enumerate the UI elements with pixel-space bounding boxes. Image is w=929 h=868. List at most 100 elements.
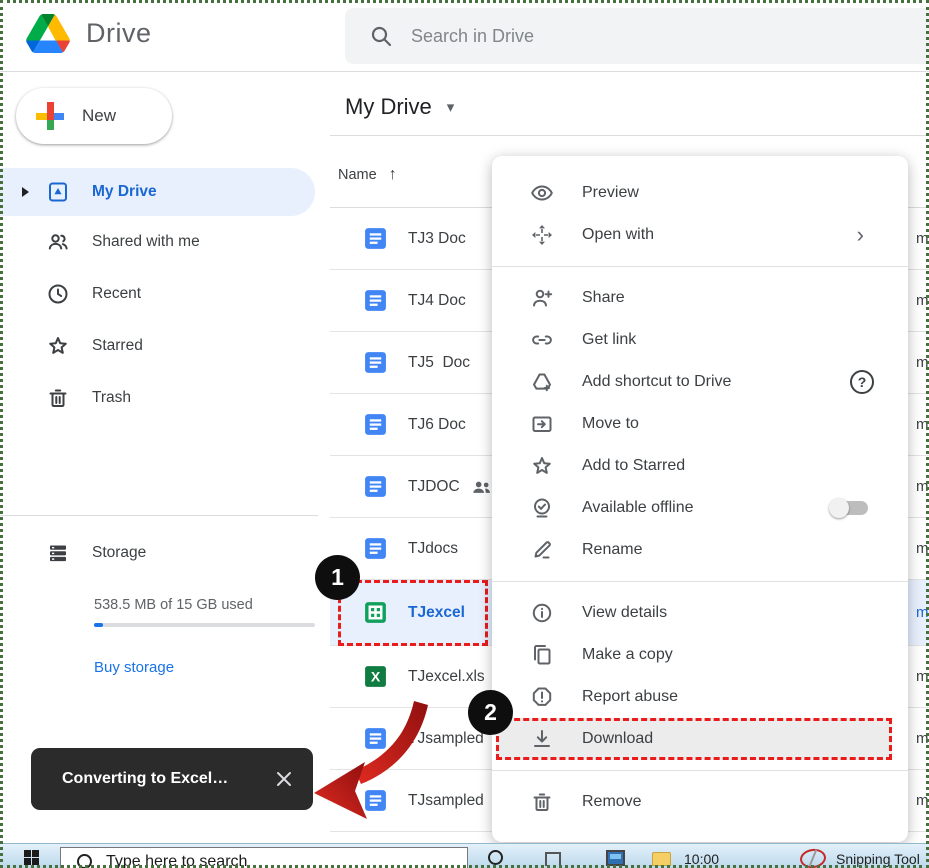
file-name: TJ6 Doc	[408, 416, 466, 434]
menu-item-make-a-copy[interactable]: Make a copy	[492, 634, 908, 676]
owner-label: me	[916, 792, 929, 809]
pencil-icon	[530, 538, 554, 562]
owner-label: me	[916, 230, 929, 247]
page-title: My Drive	[345, 94, 432, 120]
sidebar-divider	[0, 515, 318, 516]
people-icon	[46, 230, 70, 254]
menu-item-preview[interactable]: Preview	[492, 172, 908, 214]
menu-item-move-to[interactable]: Move to	[492, 403, 908, 445]
storage-progress-fill	[94, 623, 103, 627]
storage-progress-bar	[94, 623, 315, 627]
link-icon	[530, 328, 554, 352]
new-button-label: New	[82, 106, 116, 126]
menu-item-download[interactable]: Download	[496, 718, 892, 760]
sidebar-item-storage[interactable]: Storage	[0, 527, 330, 579]
menu-divider	[492, 266, 908, 267]
menu-item-rename[interactable]: Rename	[492, 529, 908, 571]
app-title: Drive	[86, 18, 152, 49]
menu-divider	[492, 770, 908, 771]
owner-label: me	[916, 292, 929, 309]
conversion-toast: Converting to Excel…	[31, 748, 313, 810]
google-doc-icon	[363, 726, 388, 751]
breadcrumb-my-drive[interactable]: My Drive ▾	[345, 94, 454, 120]
sidebar-item-shared-with-me[interactable]: Shared with me	[0, 216, 330, 268]
sidebar-item-label: Starred	[92, 337, 143, 355]
google-doc-icon	[363, 350, 388, 375]
menu-item-remove[interactable]: Remove	[492, 781, 908, 823]
move-to-icon	[530, 412, 554, 436]
google-sheet-icon	[363, 600, 388, 625]
top-bar: Drive	[0, 0, 929, 72]
menu-item-get-link[interactable]: Get link	[492, 319, 908, 361]
task-view-icon[interactable]	[545, 852, 561, 866]
windows-taskbar: Type here to search 10:00 Snipping Tool	[0, 843, 929, 868]
cortana-icon[interactable]	[488, 850, 503, 865]
owner-label: me	[916, 540, 929, 557]
file-name: TJDOC	[408, 478, 460, 496]
file-name: TJ4 Doc	[408, 292, 466, 310]
buy-storage-link[interactable]: Buy storage	[94, 659, 174, 676]
taskbar-search-icon	[77, 854, 92, 868]
app-window-icon[interactable]	[606, 850, 625, 866]
trash-icon	[530, 790, 554, 814]
taskbar-clock: 10:00	[684, 851, 719, 867]
star-icon	[530, 454, 554, 478]
sidebar-nav: My Drive Shared with me Recent Starred	[0, 168, 330, 424]
copy-icon	[530, 643, 554, 667]
dropdown-caret-icon[interactable]: ▾	[447, 98, 455, 116]
taskbar-search-placeholder: Type here to search	[106, 853, 247, 868]
menu-item-add-shortcut[interactable]: Add shortcut to Drive ?	[492, 361, 908, 403]
help-icon[interactable]: ?	[850, 370, 874, 394]
owner-label: me	[916, 604, 929, 621]
offline-toggle[interactable]	[832, 501, 868, 515]
header-divider	[330, 135, 929, 136]
eye-icon	[530, 181, 554, 205]
star-icon	[46, 334, 70, 358]
step-badge-1: 1	[315, 555, 360, 600]
excel-file-icon: X	[363, 664, 388, 689]
sidebar-item-my-drive[interactable]: My Drive	[0, 168, 315, 216]
sort-ascending-icon[interactable]: ↑	[389, 166, 397, 184]
sidebar-item-label: Shared with me	[92, 233, 200, 251]
expand-arrow-icon[interactable]	[22, 187, 29, 197]
sidebar: New My Drive Shared with me Recent	[0, 72, 330, 845]
open-with-icon	[530, 223, 554, 247]
snipping-tool-icon[interactable]	[799, 847, 827, 868]
file-name: TJ3 Doc	[408, 230, 466, 248]
file-name: TJ5 Doc	[408, 354, 470, 372]
menu-item-open-with[interactable]: Open with ›	[492, 214, 908, 256]
owner-label: me	[916, 354, 929, 371]
sidebar-item-label: My Drive	[92, 183, 157, 201]
file-explorer-icon[interactable]	[652, 852, 671, 866]
new-button[interactable]: New	[16, 88, 172, 144]
drive-shortcut-icon	[530, 370, 554, 394]
toggle-knob	[829, 498, 849, 518]
menu-item-add-to-starred[interactable]: Add to Starred	[492, 445, 908, 487]
sidebar-item-label: Storage	[92, 544, 146, 562]
search-input[interactable]	[411, 26, 831, 47]
menu-item-available-offline[interactable]: Available offline	[492, 487, 908, 529]
google-drive-window: Drive New My Drive	[0, 0, 929, 868]
sidebar-item-trash[interactable]: Trash	[0, 372, 330, 424]
search-icon	[369, 24, 393, 48]
sidebar-item-recent[interactable]: Recent	[0, 268, 330, 320]
drive-logo-icon	[26, 14, 70, 53]
drive-search-bar[interactable]	[345, 8, 929, 64]
snipping-tool-label: Snipping Tool	[836, 851, 920, 867]
report-abuse-icon	[530, 685, 554, 709]
file-name: TJexcel	[408, 604, 465, 622]
menu-item-report-abuse[interactable]: Report abuse	[492, 676, 908, 718]
close-icon[interactable]	[275, 770, 293, 788]
owner-label: me	[916, 416, 929, 433]
info-icon	[530, 601, 554, 625]
menu-item-view-details[interactable]: View details	[492, 592, 908, 634]
taskbar-search-box[interactable]: Type here to search	[60, 847, 468, 868]
sidebar-item-starred[interactable]: Starred	[0, 320, 330, 372]
svg-text:X: X	[371, 669, 381, 685]
menu-item-share[interactable]: Share	[492, 277, 908, 319]
windows-start-icon[interactable]	[24, 850, 39, 865]
owner-label: me	[916, 478, 929, 495]
file-name: TJdocs	[408, 540, 458, 558]
name-column-header[interactable]: Name ↑	[338, 166, 397, 184]
step-badge-2: 2	[468, 690, 513, 735]
